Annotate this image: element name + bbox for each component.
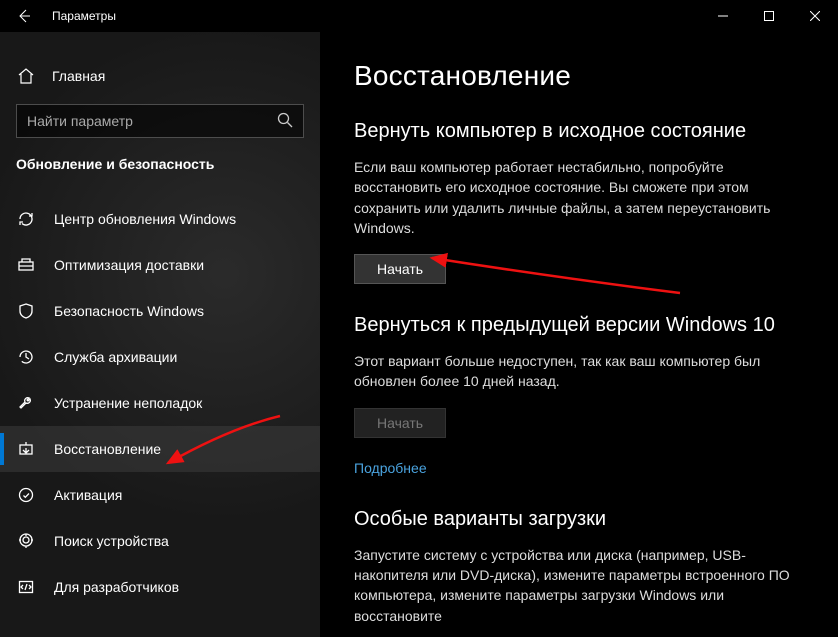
back-button[interactable] [12,4,36,28]
arrow-left-icon [16,8,32,24]
reset-heading: Вернуть компьютер в исходное состояние [354,120,804,143]
home-icon [16,66,36,86]
sidebar-item-label: Устранение неполадок [54,395,202,411]
sidebar-item-troubleshoot[interactable]: Устранение неполадок [0,380,320,426]
rollback-heading: Вернуться к предыдущей версии Windows 10 [354,314,804,337]
developer-icon [16,577,36,597]
sidebar-item-label: Безопасность Windows [54,303,204,319]
sidebar-item-label: Оптимизация доставки [54,257,204,273]
sidebar-item-label: Поиск устройства [54,533,169,549]
sidebar-item-label: Служба архивации [54,349,177,365]
close-icon [810,11,820,21]
sidebar-item-label: Активация [54,487,122,503]
sidebar-item-recovery[interactable]: Восстановление [0,426,320,472]
section-reset: Вернуть компьютер в исходное состояние Е… [354,120,804,284]
activation-icon [16,485,36,505]
minimize-icon [718,11,728,21]
delivery-icon [16,255,36,275]
sidebar-section-title: Обновление и безопасность [0,152,320,184]
sidebar-item-label: Центр обновления Windows [54,211,236,227]
recovery-icon [16,439,36,459]
sidebar-nav: Центр обновления Windows Оптимизация дос… [0,196,320,610]
sidebar-item-label: Для разработчиков [54,579,179,595]
reset-start-button[interactable]: Начать [354,254,446,284]
sidebar-item-find-my-device[interactable]: Поиск устройства [0,518,320,564]
sidebar-item-for-developers[interactable]: Для разработчиков [0,564,320,610]
sidebar-item-delivery-optimization[interactable]: Оптимизация доставки [0,242,320,288]
sidebar-item-label: Восстановление [54,441,161,457]
find-device-icon [16,531,36,551]
sidebar: Главная Обновление и безопасность Центр … [0,32,320,637]
advanced-description: Запустите систему с устройства или диска… [354,545,794,626]
rollback-start-button: Начать [354,408,446,438]
wrench-icon [16,393,36,413]
search-input[interactable] [16,104,304,138]
sidebar-item-activation[interactable]: Активация [0,472,320,518]
sidebar-home[interactable]: Главная [0,56,320,96]
maximize-icon [764,11,774,21]
sidebar-home-label: Главная [52,68,105,84]
shield-icon [16,301,36,321]
backup-icon [16,347,36,367]
section-rollback: Вернуться к предыдущей версии Windows 10… [354,314,804,478]
content: Восстановление Вернуть компьютер в исход… [320,32,838,637]
sidebar-item-windows-update[interactable]: Центр обновления Windows [0,196,320,242]
sidebar-item-windows-security[interactable]: Безопасность Windows [0,288,320,334]
maximize-button[interactable] [746,0,792,32]
close-button[interactable] [792,0,838,32]
sidebar-item-backup[interactable]: Служба архивации [0,334,320,380]
advanced-heading: Особые варианты загрузки [354,508,804,531]
rollback-description: Этот вариант больше недоступен, так как … [354,351,794,392]
reset-description: Если ваш компьютер работает нестабильно,… [354,157,794,238]
minimize-button[interactable] [700,0,746,32]
titlebar: Параметры [0,0,838,32]
refresh-icon [16,209,36,229]
rollback-more-link[interactable]: Подробнее [354,460,427,476]
window-title: Параметры [52,9,116,23]
section-advanced-startup: Особые варианты загрузки Запустите систе… [354,508,804,626]
search-wrap [16,104,304,138]
page-title: Восстановление [354,60,804,92]
